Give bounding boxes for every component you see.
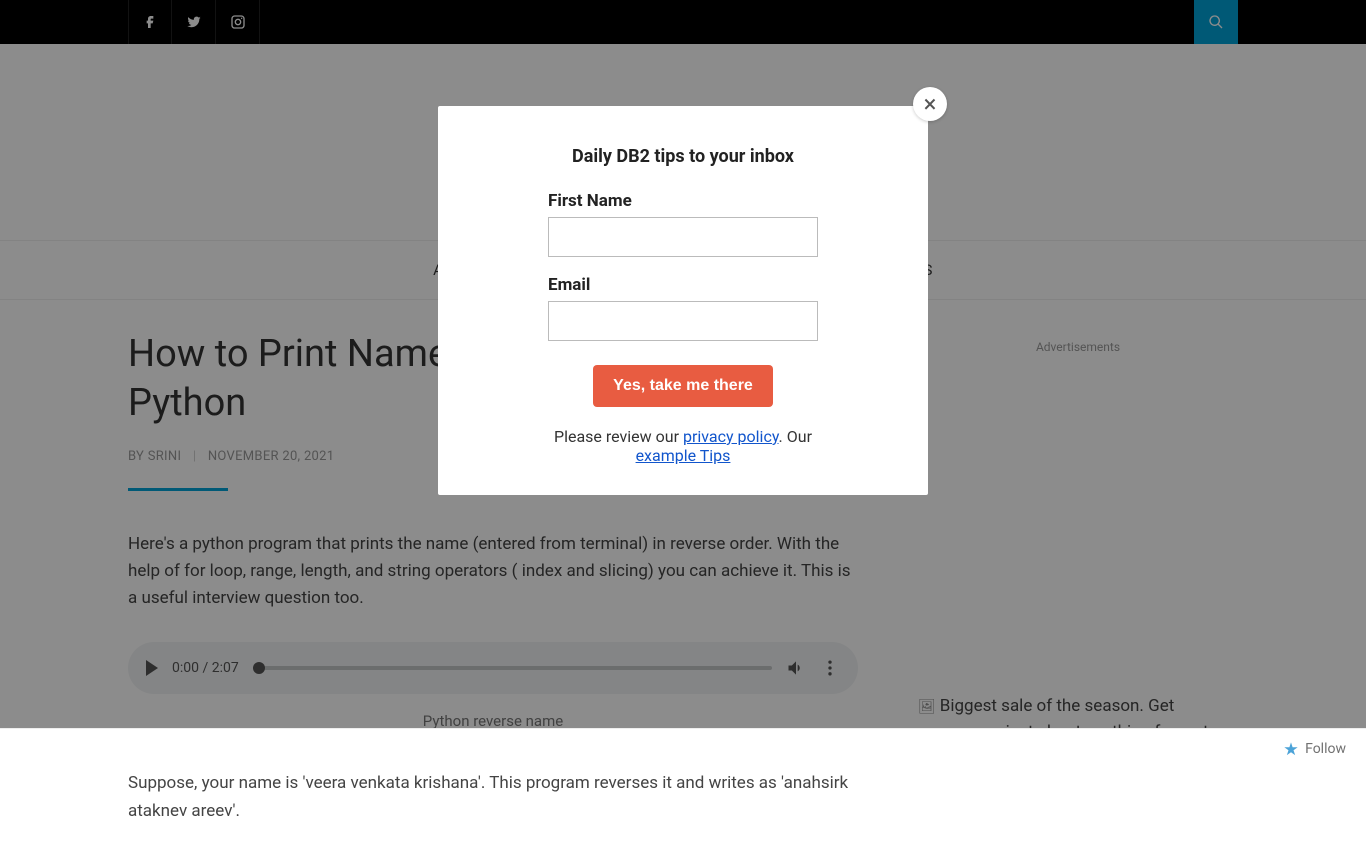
- footer-middle: . Our: [779, 427, 812, 446]
- modal-footer-text: Please review our privacy policy. Our ex…: [548, 427, 818, 465]
- email-label: Email: [548, 275, 818, 295]
- article-para: Suppose, your name is 'veera venkata kri…: [128, 770, 858, 824]
- follow-icon: [1283, 741, 1299, 757]
- close-button[interactable]: ×: [913, 87, 947, 121]
- signup-modal: × Daily DB2 tips to your inbox First Nam…: [438, 106, 928, 495]
- footer-prefix: Please review our: [554, 427, 683, 446]
- privacy-link[interactable]: privacy policy: [683, 427, 779, 446]
- follow-label: Follow: [1305, 741, 1346, 757]
- example-link[interactable]: example Tips: [636, 446, 731, 465]
- first-name-input[interactable]: [548, 217, 818, 257]
- first-name-label: First Name: [548, 191, 818, 211]
- email-input[interactable]: [548, 301, 818, 341]
- modal-title: Daily DB2 tips to your inbox: [548, 146, 818, 167]
- follow-button[interactable]: Follow: [1283, 741, 1346, 757]
- close-icon: ×: [924, 90, 937, 118]
- footer-bar: Follow: [0, 728, 1366, 768]
- submit-button[interactable]: Yes, take me there: [593, 365, 773, 407]
